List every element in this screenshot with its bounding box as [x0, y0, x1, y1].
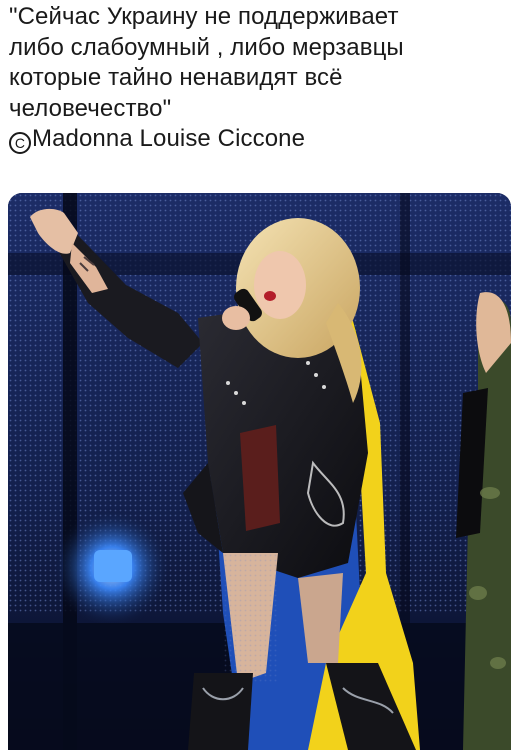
photo-illustration	[8, 193, 511, 750]
red-bodice	[240, 425, 280, 531]
quote-line-1: "Сейчас Украину не поддерживает	[9, 3, 399, 30]
concert-photo[interactable]	[8, 193, 511, 750]
post-caption: "Сейчас Украину не поддерживает либо сла…	[9, 2, 509, 155]
quote-line-2: либо слабоумный , либо мерзавцы	[9, 33, 404, 61]
copyright-icon: C	[9, 132, 31, 154]
boot-left	[188, 673, 253, 750]
singing-mouth	[264, 291, 276, 301]
face	[254, 251, 306, 319]
quote-line-3: которые тайно ненавидят всё	[9, 64, 343, 91]
quote-attribution: C Madonna Louise Ciccone	[9, 124, 509, 155]
attribution-name: Madonna Louise Ciccone	[32, 125, 306, 152]
spotlight-lamp	[94, 550, 132, 582]
quote-line-4: человечество"	[9, 94, 172, 122]
fishnet-texture	[223, 553, 278, 683]
mic-hand	[222, 306, 250, 330]
